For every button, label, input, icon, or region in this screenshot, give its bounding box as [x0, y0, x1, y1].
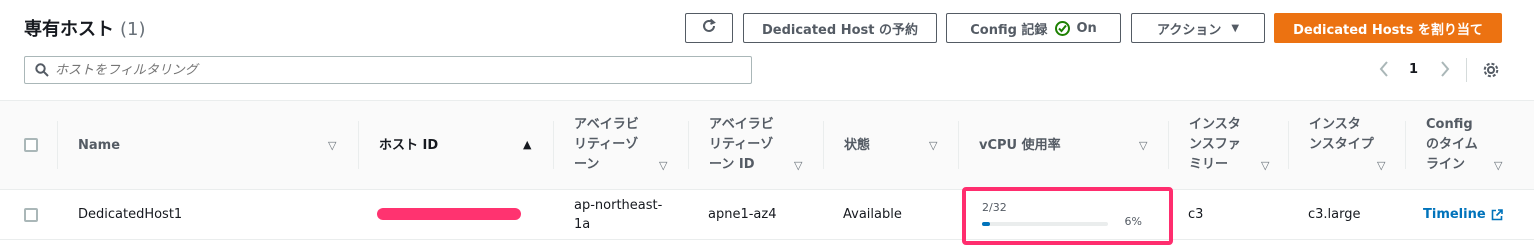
search-icon [35, 63, 49, 77]
config-status: On [1055, 20, 1097, 36]
filter-search-box[interactable] [24, 56, 752, 84]
reserve-dedicated-host-label: Dedicated Host の予約 [761, 22, 918, 38]
sort-icon: ▽ [1377, 159, 1386, 172]
page-title-text: 専有ホスト [24, 19, 114, 40]
sort-icon: ▽ [659, 159, 668, 172]
sort-icon: ▽ [1261, 159, 1270, 172]
column-label-state: 状態 [844, 138, 871, 153]
filter-hosts-input[interactable] [55, 62, 735, 78]
dedicated-hosts-panel: 専有ホスト (1) Dedicated Host の予約 Config 記録 On… [0, 0, 1534, 248]
config-recording-label: Config 記録 [970, 22, 1048, 38]
column-header-instance-family[interactable]: インスタ ンスファ ミリー ▽ [1169, 101, 1289, 189]
actions-dropdown[interactable]: アクション ▼ [1131, 13, 1265, 43]
external-link-icon [1491, 208, 1503, 221]
vcpu-progress-bar [982, 222, 1108, 226]
instance-family: c3 [1188, 207, 1204, 222]
vcpu-utilization-highlight: 2/32 6% [962, 187, 1173, 245]
column-label-availability-zone-id: アベイラビ リティーゾ ーン ID [709, 117, 774, 172]
allocate-dedicated-hosts-label: Dedicated Hosts を割り当て [1293, 22, 1483, 38]
column-header-name[interactable]: Name ▽ [58, 101, 359, 189]
availability-zone-id: apne1-az4 [708, 207, 777, 222]
column-label-availability-zone: アベイラビ リティーゾ ーン [574, 117, 639, 172]
select-all-checkbox[interactable] [24, 138, 38, 152]
column-label-instance-type: インスタ ンスタイプ [1309, 117, 1374, 152]
check-circle-icon [1055, 20, 1071, 36]
column-header-instance-type[interactable]: インスタ ンスタイプ ▽ [1289, 101, 1406, 189]
column-header-vcpu-utilization[interactable]: vCPU 使用率 ▽ [959, 101, 1169, 189]
sort-icon: ▽ [1494, 159, 1503, 172]
table-row[interactable]: DedicatedHost1 ap-northeast- 1a apne1-az… [0, 190, 1534, 240]
refresh-button[interactable] [685, 13, 733, 43]
pagination-divider [1466, 58, 1467, 82]
availability-zone: ap-northeast- 1a [574, 198, 663, 232]
column-label-host-id: ホスト ID [379, 138, 439, 153]
vcpu-usage-count: 2/32 [982, 201, 1007, 214]
column-label-name: Name [78, 138, 121, 153]
sort-icon: ▽ [328, 139, 337, 152]
column-header-availability-zone-id[interactable]: アベイラビ リティーゾ ーン ID ▽ [689, 101, 824, 189]
timeline-link[interactable]: Timeline [1423, 207, 1503, 222]
allocate-dedicated-hosts-button[interactable]: Dedicated Hosts を割り当て [1274, 13, 1502, 43]
sort-ascending-icon: ▲ [523, 138, 532, 151]
host-state: Available [843, 207, 902, 222]
actions-label: アクション [1156, 22, 1222, 38]
next-page-icon[interactable] [1439, 60, 1451, 78]
column-label-vcpu-utilization: vCPU 使用率 [979, 138, 1061, 153]
column-header-host-id[interactable]: ホスト ID ▲ [359, 101, 554, 189]
vcpu-progress-fill [982, 222, 990, 226]
reserve-dedicated-host-button[interactable]: Dedicated Host の予約 [743, 13, 937, 43]
redacted-host-id [377, 208, 521, 220]
table-header: Name ▽ ホスト ID ▲ アベイラビ リティーゾ ーン ▽ アベイラビ リ… [0, 100, 1534, 190]
column-header-state[interactable]: 状態 ▽ [824, 101, 959, 189]
config-recording-button[interactable]: Config 記録 On [946, 13, 1121, 43]
config-status-text: On [1076, 20, 1097, 36]
row-select-checkbox[interactable] [24, 208, 38, 222]
vcpu-usage-percent: 6% [1124, 215, 1142, 228]
previous-page-icon[interactable] [1378, 60, 1390, 78]
sort-icon: ▽ [929, 139, 938, 152]
current-page-number[interactable]: 1 [1409, 62, 1418, 77]
host-name: DedicatedHost1 [78, 207, 183, 222]
host-count: (1) [120, 19, 146, 40]
caret-down-icon: ▼ [1231, 22, 1240, 34]
sort-icon: ▽ [794, 159, 803, 172]
settings-gear-icon[interactable] [1482, 61, 1500, 83]
column-header-config-timeline[interactable]: Config のタイム ライン ▽ [1406, 101, 1524, 189]
instance-type: c3.large [1308, 207, 1361, 222]
timeline-link-text: Timeline [1423, 207, 1486, 222]
refresh-icon [701, 18, 717, 38]
header-select-all [0, 101, 58, 189]
column-label-instance-family: インスタ ンスファ ミリー [1189, 117, 1241, 172]
column-header-availability-zone[interactable]: アベイラビ リティーゾ ーン ▽ [554, 101, 689, 189]
sort-icon: ▽ [1139, 139, 1148, 152]
page-title: 専有ホスト (1) [24, 15, 146, 41]
column-label-config-timeline: Config のタイム ライン [1426, 117, 1478, 172]
